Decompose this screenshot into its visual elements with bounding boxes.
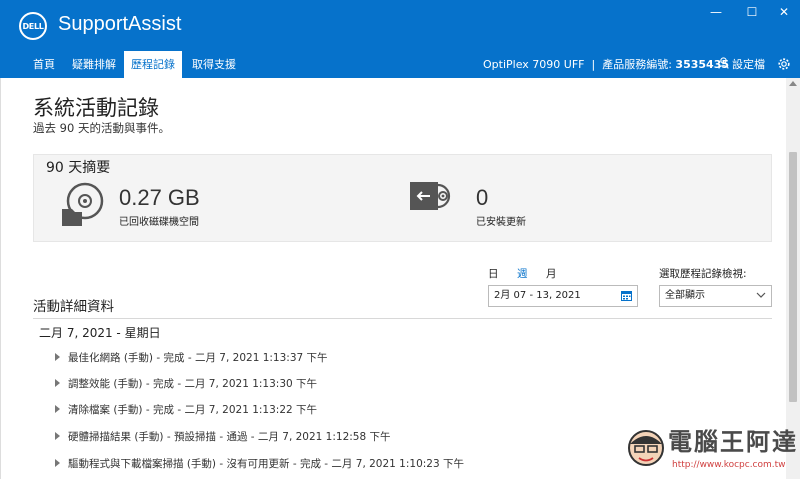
expand-triangle-icon: [55, 405, 60, 413]
date-range-value: 2月 07 - 13, 2021: [494, 290, 581, 301]
event-text: 調整效能 (手動) - 完成 - 二月 7, 2021 1:13:30 下午: [68, 378, 318, 390]
summary-panel: 90 天摘要 0.27 GB 已回收磁碟機空間 0 已安裝更新: [33, 154, 772, 242]
period-month[interactable]: 月: [546, 266, 557, 281]
period-day[interactable]: 日: [488, 266, 499, 281]
tab-get-support[interactable]: 取得支援: [186, 51, 242, 78]
event-text: 最佳化網路 (手動) - 完成 - 二月 7, 2021 1:13:37 下午: [68, 352, 328, 364]
watermark: 電腦王阿達 http://www.kocpc.com.tw: [620, 420, 796, 476]
updates-installed-value: 0: [476, 185, 489, 210]
user-icon: [718, 57, 729, 69]
tab-troubleshoot[interactable]: 疑難排解: [66, 51, 122, 78]
separator: |: [591, 58, 596, 71]
tab-home[interactable]: 首頁: [26, 51, 62, 78]
expand-triangle-icon: [55, 379, 60, 387]
event-text: 硬體掃描結果 (手動) - 預設掃描 - 通過 - 二月 7, 2021 1:1…: [68, 431, 391, 443]
view-label: 選取歷程記錄檢視:: [659, 268, 747, 280]
minimize-button[interactable]: —: [704, 4, 728, 20]
page-title: 系統活動記錄: [33, 96, 159, 120]
expand-triangle-icon: [55, 459, 60, 467]
period-week[interactable]: 週: [517, 266, 528, 281]
list-item[interactable]: 硬體掃描結果 (手動) - 預設掃描 - 通過 - 二月 7, 2021 1:1…: [55, 429, 391, 444]
profile-label: 設定檔: [732, 58, 765, 71]
service-tag-label: 產品服務編號:: [602, 58, 672, 71]
history-view-select[interactable]: 全部顯示: [659, 285, 772, 307]
date-range-picker[interactable]: 2月 07 - 13, 2021: [488, 285, 638, 307]
space-reclaimed-label: 已回收磁碟機空間: [119, 217, 199, 228]
chevron-down-icon: [756, 292, 766, 298]
summary-title: 90 天摘要: [46, 160, 111, 176]
activity-details-title: 活動詳細資料: [33, 299, 114, 315]
expand-triangle-icon: [55, 432, 60, 440]
mascot-face-icon: [628, 430, 664, 466]
expand-triangle-icon: [55, 353, 60, 361]
list-item[interactable]: 調整效能 (手動) - 完成 - 二月 7, 2021 1:13:30 下午: [55, 376, 317, 391]
vertical-scrollbar[interactable]: [786, 78, 800, 479]
close-button[interactable]: ✕: [772, 4, 796, 20]
list-item[interactable]: 清除檔案 (手動) - 完成 - 二月 7, 2021 1:13:22 下午: [55, 402, 317, 417]
tab-history[interactable]: 歷程記錄: [124, 51, 182, 78]
nav-bar: 首頁 疑難排解 歷程記錄 取得支援 OptiPlex 7090 UFF | 產品…: [0, 51, 800, 78]
calendar-icon[interactable]: [621, 291, 632, 301]
app-title: SupportAssist: [58, 13, 182, 35]
scroll-thumb[interactable]: [789, 152, 797, 402]
title-bar: DELL SupportAssist — ☐ ✕: [0, 0, 800, 51]
updates-installed-label: 已安裝更新: [476, 217, 526, 228]
profile-link[interactable]: 設定檔: [718, 51, 765, 78]
gear-icon[interactable]: [777, 57, 791, 71]
page-subtitle: 過去 90 天的活動與事件。: [33, 121, 170, 135]
event-text: 清除檔案 (手動) - 完成 - 二月 7, 2021 1:13:22 下午: [68, 404, 318, 416]
watermark-text: 電腦王阿達: [668, 428, 798, 456]
list-item[interactable]: 驅動程式與下載檔案掃描 (手動) - 沒有可用更新 - 完成 - 二月 7, 2…: [55, 456, 464, 471]
list-item[interactable]: 最佳化網路 (手動) - 完成 - 二月 7, 2021 1:13:37 下午: [55, 350, 328, 365]
device-model: OptiPlex 7090 UFF: [483, 58, 585, 71]
driver-update-icon: [410, 182, 451, 210]
divider: [33, 318, 772, 319]
maximize-button[interactable]: ☐: [740, 4, 764, 20]
event-text: 驅動程式與下載檔案掃描 (手動) - 沒有可用更新 - 完成 - 二月 7, 2…: [68, 458, 464, 470]
history-view-value: 全部顯示: [665, 290, 705, 301]
history-page: 系統活動記錄 過去 90 天的活動與事件。 90 天摘要 0.27 GB 已回收…: [0, 78, 786, 479]
date-group-header: 二月 7, 2021 - 星期日: [39, 326, 161, 340]
dell-logo: DELL: [19, 12, 47, 40]
watermark-url: http://www.kocpc.com.tw: [672, 460, 786, 470]
space-reclaimed-value: 0.27 GB: [119, 185, 200, 210]
disk-cleanup-icon: [62, 182, 104, 226]
device-info: OptiPlex 7090 UFF | 產品服務編號: 3535435: [483, 51, 729, 78]
scroll-up-arrow-icon[interactable]: [789, 81, 797, 86]
